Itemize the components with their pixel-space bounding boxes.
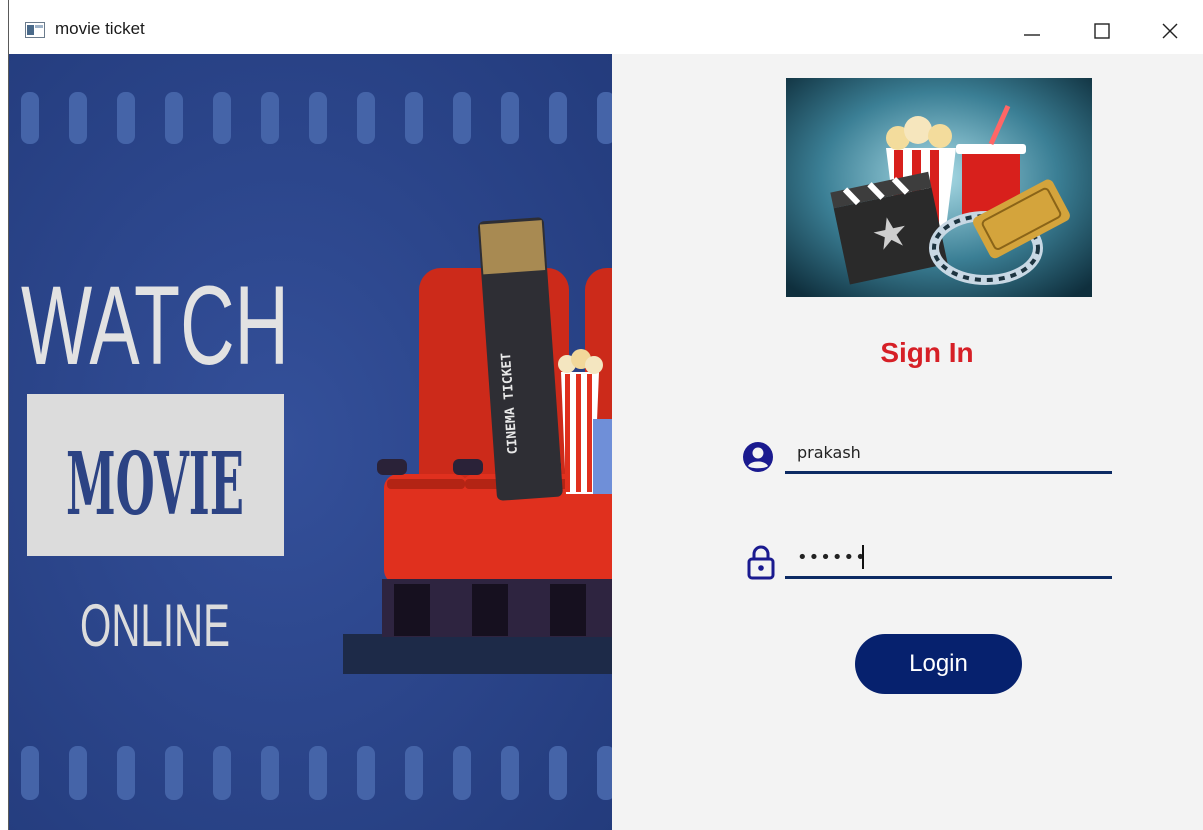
maximize-button[interactable] — [1079, 14, 1125, 48]
username-input[interactable] — [785, 434, 1112, 474]
close-icon — [1162, 23, 1178, 39]
minimize-icon — [1024, 34, 1040, 36]
app-icon — [25, 22, 45, 38]
minimize-button[interactable] — [1009, 14, 1055, 48]
sign-in-title: Sign In — [880, 337, 974, 368]
banner-online-text: ONLINE — [80, 592, 230, 659]
user-icon — [743, 442, 773, 472]
movie-banner: WATCH MOVIE ONLINE CINEMA TICKET — [9, 54, 612, 830]
banner-movie-text: MOVIE — [66, 434, 244, 535]
title-bar[interactable]: movie ticket — [9, 0, 1203, 54]
window-title: movie ticket — [55, 19, 145, 38]
floor-platform — [343, 634, 612, 674]
login-button[interactable]: Login — [855, 634, 1022, 694]
text-cursor — [862, 545, 864, 569]
login-panel: Sign In Login — [612, 54, 1203, 830]
drink-cup — [593, 419, 612, 494]
maximize-icon — [1094, 23, 1110, 39]
cinema-promo-image — [786, 78, 1092, 297]
password-input[interactable] — [785, 539, 1112, 579]
banner-illustration: WATCH MOVIE ONLINE CINEMA TICKET — [9, 54, 612, 830]
banner-watch-text: WATCH — [21, 263, 289, 388]
close-button[interactable] — [1147, 14, 1193, 48]
lock-icon — [747, 545, 775, 580]
